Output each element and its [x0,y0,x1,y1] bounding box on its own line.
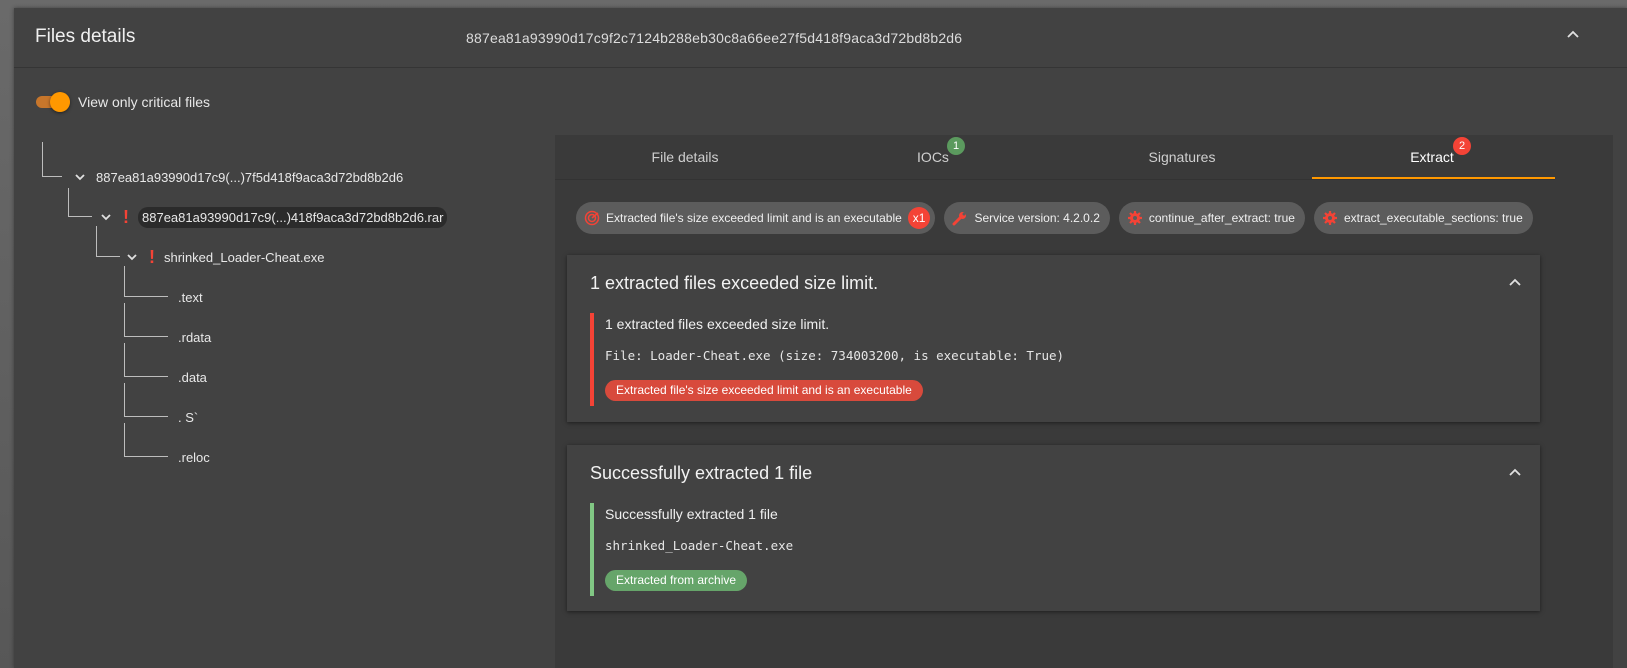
chevron-down-icon[interactable] [70,167,90,187]
tree-node-section[interactable]: .data [178,365,207,389]
gear-icon [1322,211,1337,225]
tree-connector [124,423,168,457]
body-text: File: Loader-Cheat.exe (size: 734003200,… [605,348,1065,363]
tab-bar: File details IOCs 1 Signatures Extract 2 [555,135,1555,180]
toggle-label: View only critical files [78,94,211,110]
panel-header[interactable]: Files details 887ea81a93990d17c9f2c7124b… [14,8,1627,68]
tree-node-section[interactable]: .rdata [178,325,211,349]
tree-node-label: .reloc [178,449,210,465]
tree-node-label: .rdata [178,329,212,345]
section-title[interactable]: Successfully extracted 1 file [590,463,812,484]
service-version-chip[interactable]: Service version: 4.2.0.2 [944,202,1110,234]
tree-node-label: 887ea81a93990d17c9(...)418f9aca3d72bd8b2… [138,206,448,228]
tree-node-section[interactable]: .text [178,285,203,309]
continue-after-extract-chip[interactable]: continue_after_extract: true [1118,202,1305,234]
wrench-icon [952,212,967,226]
body-text: shrinked_Loader-Cheat.exe [605,538,794,553]
critical-alert-icon: ! [149,246,155,267]
critical-alert-icon: ! [123,206,129,227]
heuristic-count: x1 [907,207,931,229]
radar-icon [584,210,600,226]
extract-executable-sections-chip[interactable]: extract_executable_sections: true [1313,202,1533,234]
chip-label: continue_after_extract: true [1148,211,1295,225]
tree-node-section[interactable]: . S` [178,405,198,429]
file-hash: 887ea81a93990d17c9f2c7124b288eb30c8a66ee… [466,30,963,46]
result-section-extracted: Successfully extracted 1 file Successful… [567,445,1540,611]
tab-iocs[interactable]: IOCs [808,135,1058,180]
tree-node-section[interactable]: .reloc [178,445,210,469]
chip-label: extract_executable_sections: true [1343,211,1523,225]
active-tab-indicator [1312,177,1555,179]
tree-node-label: .text [178,289,203,305]
panel-title: Files details [35,26,136,47]
tree-connector [124,266,168,297]
tree-node-label: .data [178,369,207,385]
tree-node-label: 887ea81a93990d17c9(...)7f5d418f9aca3d72b… [96,169,404,185]
iocs-count-badge: 1 [947,137,965,155]
section-title[interactable]: 1 extracted files exceeded size limit. [590,273,878,294]
body-title: Successfully extracted 1 file [605,506,778,522]
gear-icon [1127,211,1142,225]
tree-connector [42,142,62,177]
heuristic-tag[interactable]: Extracted file's size exceeded limit and… [605,380,923,401]
tree-node-archive[interactable]: ! 887ea81a93990d17c9(...)418f9aca3d72bd8… [96,205,448,229]
result-section-size-limit: 1 extracted files exceeded size limit. 1… [567,255,1540,422]
chevron-up-icon[interactable] [1508,275,1522,289]
heuristic-chip[interactable]: Extracted file's size exceeded limit and… [576,202,936,234]
tab-extract[interactable]: Extract [1307,135,1557,180]
tree-node-root[interactable]: 887ea81a93990d17c9(...)7f5d418f9aca3d72b… [70,165,403,189]
toggle-thumb [50,92,70,112]
chevron-down-icon[interactable] [122,247,142,267]
section-body: 1 extracted files exceeded size limit. F… [590,313,1510,406]
chevron-up-icon[interactable] [1508,465,1522,479]
tree-connector [96,226,120,257]
tab-signatures[interactable]: Signatures [1057,135,1307,180]
chip-label: Extracted file's size exceeded limit and… [606,211,902,225]
tree-connector [68,188,92,217]
critical-files-toggle[interactable] [36,92,70,112]
tree-node-label: shrinked_Loader-Cheat.exe [164,249,325,265]
tree-node-exe[interactable]: ! shrinked_Loader-Cheat.exe [122,245,324,269]
chip-label: Service version: 4.2.0.2 [974,211,1100,225]
extract-count-badge: 2 [1453,137,1471,155]
tree-connector [124,343,168,377]
tab-file-details[interactable]: File details [560,135,810,180]
file-detail-view: File details IOCs 1 Signatures Extract 2… [555,135,1613,668]
chevron-down-icon[interactable] [96,207,116,227]
tree-node-label: . S` [178,409,199,425]
body-title: 1 extracted files exceeded size limit. [605,316,830,332]
chevron-up-icon[interactable] [1565,26,1581,42]
tree-connector [124,303,168,337]
section-body: Successfully extracted 1 file shrinked_L… [590,503,1510,596]
tree-connector [124,383,168,417]
extraction-tag[interactable]: Extracted from archive [605,570,748,591]
result-chips: Extracted file's size exceeded limit and… [576,202,1533,234]
